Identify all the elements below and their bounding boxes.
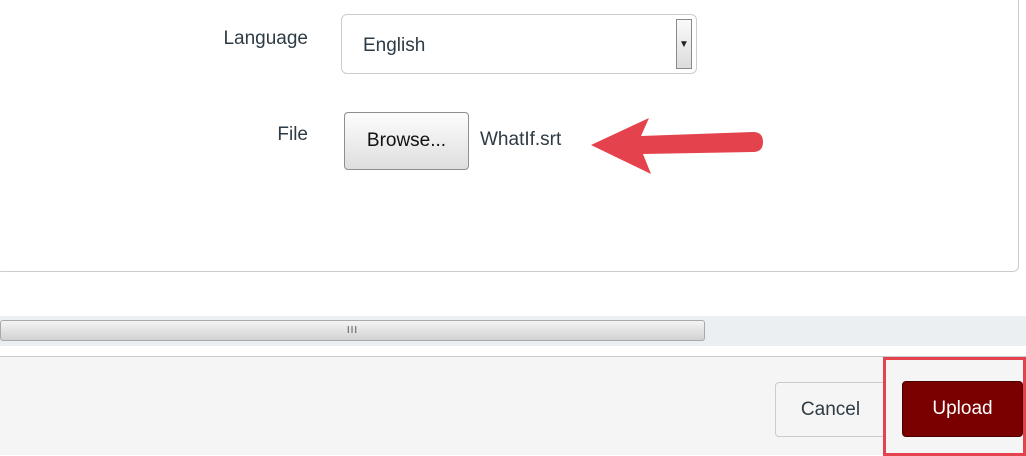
cancel-button[interactable]: Cancel <box>775 382 886 437</box>
language-select[interactable]: English ▼ <box>341 14 697 74</box>
dialog-footer: Cancel Upload <box>0 356 1026 456</box>
upload-button[interactable]: Upload <box>902 381 1023 437</box>
scroll-grip-icon: III <box>346 324 359 336</box>
dropdown-arrow-icon[interactable]: ▼ <box>676 19 692 69</box>
browse-button[interactable]: Browse... <box>344 112 469 170</box>
language-label: Language <box>223 28 308 49</box>
selected-file-name: WhatIf.srt <box>480 129 562 150</box>
file-label: File <box>277 124 308 145</box>
language-select-value: English <box>363 35 426 56</box>
horizontal-scrollbar[interactable]: III <box>0 316 1026 346</box>
annotation-arrow-icon <box>591 118 763 174</box>
scrollbar-thumb[interactable]: III <box>0 320 705 341</box>
